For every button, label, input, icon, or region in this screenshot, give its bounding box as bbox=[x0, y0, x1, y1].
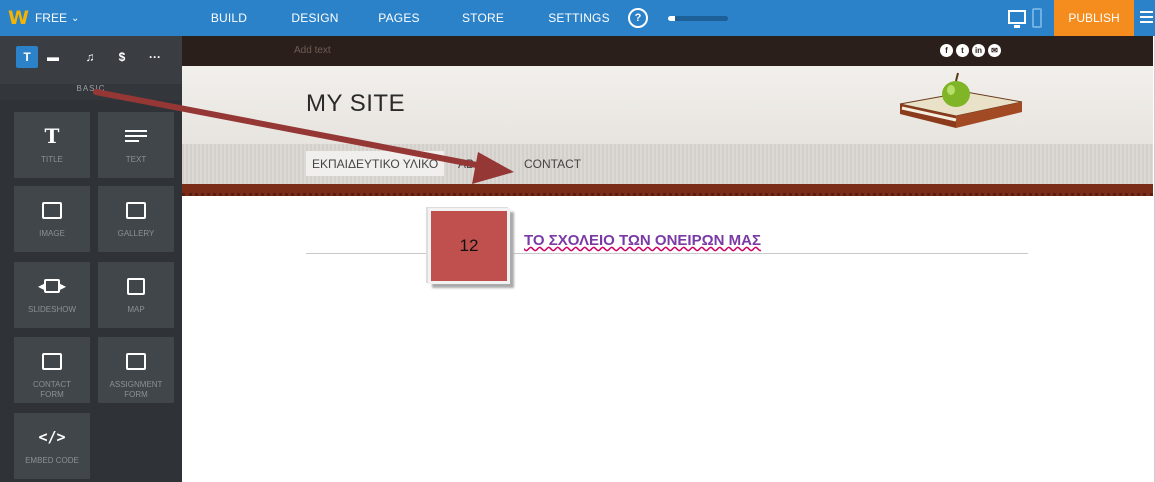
assignment-form-element-tile[interactable]: ASSIGNMENT FORM bbox=[98, 337, 174, 403]
book-apple-image bbox=[899, 72, 1023, 128]
social-icons: f t in ✉ bbox=[940, 44, 1001, 57]
image-icon bbox=[42, 198, 62, 222]
tab-store[interactable]: STORE bbox=[446, 0, 520, 36]
step-number-badge: 12 bbox=[428, 208, 510, 284]
page-heading[interactable]: ΤΟ ΣΧΟΛΕΙΟ ΤΩΝ ΟΝΕΙΡΩΝ ΜΑΣ bbox=[524, 232, 761, 249]
map-element-tile[interactable]: MAP bbox=[98, 262, 174, 328]
nav-item-contact[interactable]: CONTACT bbox=[518, 151, 587, 176]
tile-label: IMAGE bbox=[39, 229, 65, 238]
hamburger-menu-icon[interactable] bbox=[1140, 11, 1153, 25]
slideshow-element-tile[interactable]: ◂ ▸ SLIDESHOW bbox=[14, 262, 90, 328]
more-elements-icon[interactable]: ··· bbox=[144, 46, 166, 68]
tile-label: GALLERY bbox=[117, 229, 155, 238]
nav-item-about[interactable]: AB bbox=[452, 151, 480, 176]
tab-build[interactable]: BUILD bbox=[194, 0, 264, 36]
tile-label: TITLE bbox=[41, 155, 63, 164]
media-elements-icon[interactable]: ♫ bbox=[79, 46, 101, 68]
map-icon bbox=[127, 274, 145, 298]
publish-button[interactable]: PUBLISH bbox=[1054, 0, 1134, 36]
progress-fill bbox=[668, 16, 676, 21]
tile-label: MAP bbox=[127, 305, 145, 314]
site-navigation: ΕΚΠΑΙΔΕΥΤΙΚΟ ΥΛΙΚΟ AB CONTACT bbox=[182, 144, 1153, 184]
structure-elements-icon[interactable]: ▬ bbox=[42, 46, 64, 68]
tab-pages[interactable]: PAGES bbox=[362, 0, 436, 36]
tile-label: CONTACT FORM bbox=[32, 380, 72, 399]
header-divider-bar bbox=[182, 184, 1153, 196]
tile-label: SLIDESHOW bbox=[27, 305, 76, 314]
title-underline-divider bbox=[306, 253, 1028, 254]
form-icon bbox=[42, 349, 62, 373]
slideshow-icon: ◂ ▸ bbox=[37, 279, 67, 293]
mobile-view-icon[interactable] bbox=[1032, 8, 1042, 28]
section-label: BASIC bbox=[0, 84, 182, 100]
nav-item-educational-material[interactable]: ΕΚΠΑΙΔΕΥΤΙΚΟ ΥΛΙΚΟ bbox=[306, 151, 445, 176]
element-category-row: T ▬ ♫ $ ··· bbox=[0, 36, 182, 84]
brand-menu[interactable]: W FREE ⌄ bbox=[0, 0, 182, 36]
progress-bar bbox=[668, 16, 728, 21]
commerce-elements-icon[interactable]: $ bbox=[111, 46, 133, 68]
tab-design[interactable]: DESIGN bbox=[278, 0, 352, 36]
site-header-top: Add text f t in ✉ bbox=[182, 36, 1153, 66]
elements-sidebar: T ▬ ♫ $ ··· BASIC T TITLE TEXT IMAGE GAL… bbox=[0, 36, 182, 482]
text-icon bbox=[125, 124, 147, 148]
gallery-icon bbox=[126, 198, 146, 222]
form-icon bbox=[126, 349, 146, 373]
site-title[interactable]: MY SITE bbox=[306, 90, 405, 118]
linkedin-icon[interactable]: in bbox=[972, 44, 985, 57]
code-icon: </> bbox=[38, 428, 66, 446]
email-icon[interactable]: ✉ bbox=[988, 44, 1001, 57]
plan-label: FREE bbox=[34, 11, 67, 25]
twitter-icon[interactable]: t bbox=[956, 44, 969, 57]
title-element-tile[interactable]: T TITLE bbox=[14, 112, 90, 178]
tile-label: TEXT bbox=[125, 155, 147, 164]
tile-label: EMBED CODE bbox=[25, 456, 79, 465]
tile-label: ASSIGNMENT FORM bbox=[109, 380, 163, 399]
facebook-icon[interactable]: f bbox=[940, 44, 953, 57]
contact-form-element-tile[interactable]: CONTACT FORM bbox=[14, 337, 90, 403]
embed-code-element-tile[interactable]: </> EMBED CODE bbox=[14, 413, 90, 479]
text-element-tile[interactable]: TEXT bbox=[98, 112, 174, 178]
gallery-element-tile[interactable]: GALLERY bbox=[98, 186, 174, 252]
site-canvas: Add text f t in ✉ MY SITE ΕΚΠΑΙΔΕΥΤΙΚΟ Υ… bbox=[182, 36, 1155, 482]
chevron-down-icon: ⌄ bbox=[70, 12, 80, 24]
help-icon[interactable]: ? bbox=[628, 8, 648, 28]
add-text-placeholder[interactable]: Add text bbox=[294, 45, 331, 56]
tab-settings[interactable]: SETTINGS bbox=[536, 0, 622, 36]
weebly-logo-icon: W bbox=[8, 7, 29, 29]
title-icon: T bbox=[44, 124, 60, 148]
editor-toolbar: W FREE ⌄ BUILD DESIGN PAGES STORE SETTIN… bbox=[0, 0, 1155, 36]
image-element-tile[interactable]: IMAGE bbox=[14, 186, 90, 252]
basic-elements-icon[interactable]: T bbox=[16, 46, 38, 68]
site-header: MY SITE bbox=[182, 66, 1153, 144]
desktop-view-icon[interactable] bbox=[1008, 10, 1026, 28]
